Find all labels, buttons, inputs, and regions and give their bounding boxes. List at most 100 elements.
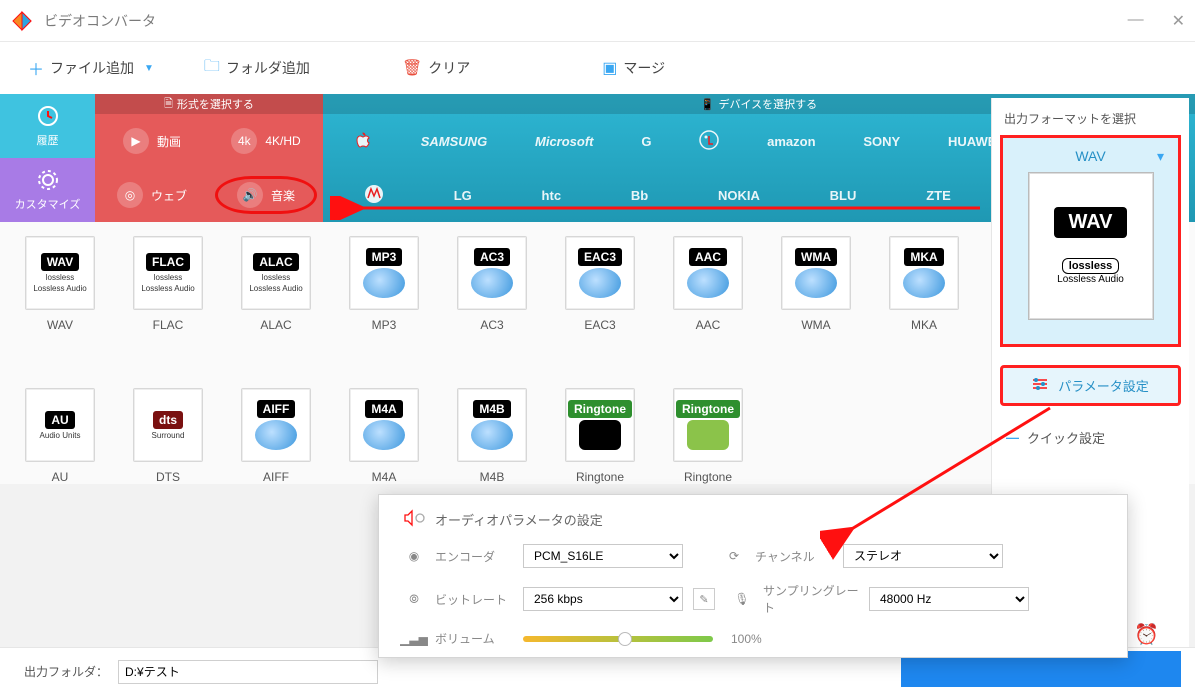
volume-bars-icon: ▁▃▅ <box>403 632 425 646</box>
brand-motorola[interactable] <box>364 184 384 207</box>
brand-zte[interactable]: ZTE <box>926 188 951 203</box>
format-tile-mp3[interactable]: MP3MP3 <box>344 236 424 332</box>
popup-title: オーディオパラメータの設定 <box>435 510 603 529</box>
selected-brand: lossless <box>1062 258 1119 274</box>
disc-icon <box>579 420 621 450</box>
brand-amazon[interactable]: amazon <box>767 134 815 149</box>
format-tile-wma[interactable]: WMAWMA <box>776 236 856 332</box>
channel-icon: ⟳ <box>723 549 745 563</box>
format-badge: EAC3 <box>578 248 622 266</box>
format-tile-ringtone[interactable]: RingtoneRingtone <box>560 388 640 484</box>
format-thumbnail: MKA <box>889 236 959 310</box>
format-subtitle: Surround <box>152 431 185 440</box>
volume-slider[interactable] <box>523 636 713 642</box>
brand-lg2[interactable]: LG <box>454 188 472 203</box>
format-label: DTS <box>156 470 180 484</box>
format-thumbnail: Ringtone <box>565 388 635 462</box>
format-tile-au[interactable]: AUAudio Units AU <box>20 388 100 484</box>
format-cell-4k[interactable]: 4k 4K/HD <box>209 114 323 168</box>
plus-icon: ＋ <box>28 56 44 80</box>
bitrate-select[interactable]: 256 kbps <box>523 587 683 611</box>
apple-icon <box>353 130 373 150</box>
format-cell-music[interactable]: 🔊 音楽 <box>209 168 323 222</box>
quick-settings-row[interactable]: — クイック設定 <box>1000 424 1181 451</box>
encoder-label: エンコーダ <box>435 548 513 565</box>
fourk-icon: 4k <box>231 128 257 154</box>
add-file-button[interactable]: ＋ ファイル追加 ▼ <box>18 50 164 86</box>
format-thumbnail: FLAClosslessLossless Audio <box>133 236 203 310</box>
disc-icon <box>363 420 405 450</box>
gear-icon <box>36 168 60 192</box>
format-tile-aac[interactable]: AACAAC <box>668 236 748 332</box>
minimize-button[interactable]: — <box>1128 11 1144 31</box>
disc-icon <box>579 268 621 298</box>
format-tile-ac3[interactable]: AC3AC3 <box>452 236 532 332</box>
format-thumbnail: AC3 <box>457 236 527 310</box>
merge-icon: ▣ <box>602 58 617 78</box>
disc-icon <box>471 268 513 298</box>
format-thumbnail: M4A <box>349 388 419 462</box>
add-folder-button[interactable]: 🗀 フォルダ追加 <box>194 49 320 88</box>
format-tile-m4b[interactable]: M4BM4B <box>452 388 532 484</box>
brand-nokia[interactable]: NOKIA <box>718 188 760 203</box>
brand-htc[interactable]: htc <box>542 188 562 203</box>
format-web-label: ウェブ <box>151 187 187 204</box>
format-cell-video[interactable]: ▶ 動画 <box>95 114 209 168</box>
format-tile-dts[interactable]: dtsSurroundDTS <box>128 388 208 484</box>
encoder-select[interactable]: PCM_S16LE <box>523 544 683 568</box>
brand-sony[interactable]: SONY <box>863 134 900 149</box>
slider-knob[interactable] <box>618 632 632 646</box>
bitrate-edit-button[interactable]: ✎ <box>693 588 715 610</box>
audio-parameter-popup: オーディオパラメータの設定 ◉ エンコーダ PCM_S16LE ⟳ チャンネル … <box>378 494 1128 658</box>
folder-plus-icon: 🗀 <box>204 55 220 82</box>
selected-format-dropdown[interactable]: WAV <box>1007 146 1174 172</box>
format-thumbnail: MP3 <box>349 236 419 310</box>
brand-apple[interactable] <box>353 130 373 153</box>
brand-microsoft[interactable]: Microsoft <box>535 134 594 149</box>
disc-icon <box>255 420 297 450</box>
format-thumbnail: AAC <box>673 236 743 310</box>
parameter-settings-button[interactable]: パラメータ設定 <box>1000 365 1181 406</box>
titlebar: ビデオコンバータ — ✕ <box>0 0 1195 42</box>
format-thumbnail: ALAClosslessLossless Audio <box>241 236 311 310</box>
clock-icon[interactable]: ⏰ <box>1134 622 1159 647</box>
play-icon: ▶ <box>123 128 149 154</box>
format-tile-mka[interactable]: MKAMKA <box>884 236 964 332</box>
brand-google[interactable]: G <box>641 134 651 149</box>
close-button[interactable]: ✕ <box>1172 11 1185 31</box>
format-badge: WAV <box>41 253 79 271</box>
format-tile-m4a[interactable]: M4AM4A <box>344 388 424 484</box>
format-badge: AC3 <box>474 248 510 266</box>
sample-select[interactable]: 48000 Hz <box>869 587 1029 611</box>
brand-samsung[interactable]: SAMSUNG <box>421 134 487 149</box>
output-folder-input[interactable] <box>118 660 378 684</box>
clear-button[interactable]: 🗑 クリア <box>392 52 480 84</box>
brand-blackberry[interactable]: Bb <box>631 188 648 203</box>
format-tile-alac[interactable]: ALAClosslessLossless AudioALAC <box>236 236 316 332</box>
caret-down-icon: ▼ <box>144 63 154 74</box>
format-thumbnail: AUAudio Units <box>25 388 95 462</box>
quick-settings-label: クイック設定 <box>1027 428 1105 447</box>
format-subtitle: Lossless Audio <box>249 284 302 293</box>
format-tile-aiff[interactable]: AIFFAIFF <box>236 388 316 484</box>
selected-format-box[interactable]: WAV WAV lossless Lossless Audio <box>1000 135 1181 347</box>
channel-select[interactable]: ステレオ <box>843 544 1003 568</box>
sidebar-customize[interactable]: カスタマイズ <box>0 158 95 222</box>
gear-loud-icon <box>403 509 425 530</box>
merge-button[interactable]: ▣ マージ <box>592 52 675 84</box>
disc-icon <box>471 420 513 450</box>
format-label: AU <box>52 470 69 484</box>
format-tile-eac3[interactable]: EAC3EAC3 <box>560 236 640 332</box>
format-tile-ringtone[interactable]: RingtoneRingtone <box>668 388 748 484</box>
sample-label: サンプリングレート <box>763 582 859 616</box>
brand-lg[interactable] <box>699 130 719 153</box>
format-tile-wav[interactable]: WAVlosslessLossless AudioWAV <box>20 236 100 332</box>
format-cell-web[interactable]: ◎ ウェブ <box>95 168 209 222</box>
format-tile-flac[interactable]: FLAClosslessLossless AudioFLAC <box>128 236 208 332</box>
brand-blu[interactable]: BLU <box>830 188 857 203</box>
format-badge: M4A <box>365 400 402 418</box>
trash-icon: 🗑 <box>402 58 422 78</box>
format-badge: AAC <box>689 248 727 266</box>
format-badge: AIFF <box>257 400 296 418</box>
sidebar-history[interactable]: 履歴 <box>0 94 95 158</box>
